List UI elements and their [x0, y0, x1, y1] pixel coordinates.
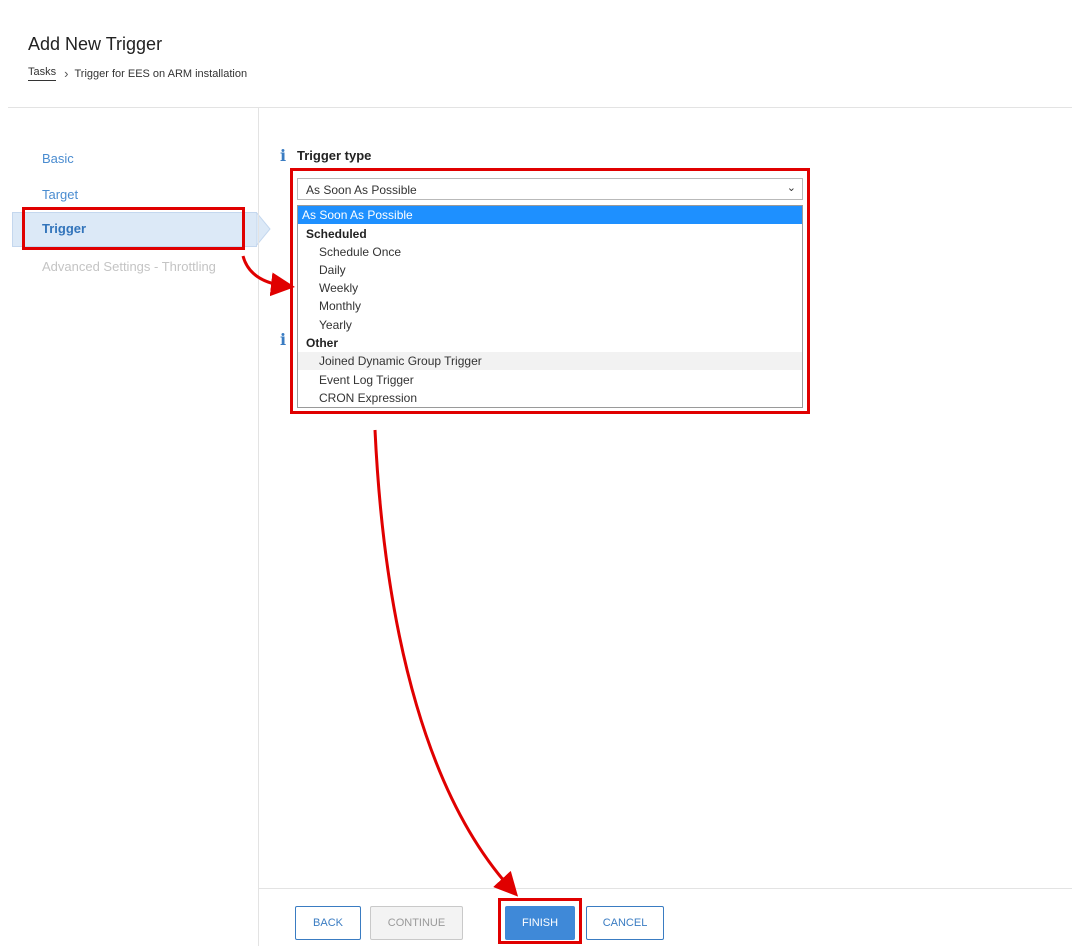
trigger-type-select[interactable]: As Soon As Possible ⌄ [297, 178, 803, 200]
sidebar-item-trigger-label: Trigger [42, 221, 87, 236]
continue-button: CONTINUE [370, 906, 463, 940]
optgroup-other: Other [306, 336, 339, 350]
optgroup-scheduled: Scheduled [306, 227, 367, 241]
option-cron-expression[interactable]: CRON Expression [298, 389, 802, 407]
info-icon[interactable]: i [280, 146, 286, 165]
option-yearly[interactable]: Yearly [298, 316, 802, 334]
sidebar-item-target[interactable]: Target [42, 187, 78, 202]
info-icon-secondary[interactable]: i [280, 330, 286, 349]
trigger-type-selected-value: As Soon As Possible [306, 183, 417, 197]
trigger-type-label: Trigger type [297, 148, 372, 163]
arrow-to-finish-icon [373, 429, 519, 897]
back-button[interactable]: BACK [295, 906, 361, 940]
sidebar-item-advanced-settings: Advanced Settings - Throttling [42, 259, 216, 274]
option-event-log-trigger[interactable]: Event Log Trigger [298, 371, 802, 389]
page-title: Add New Trigger [28, 34, 163, 54]
chevron-down-icon: ⌄ [786, 182, 796, 194]
sidebar-item-basic[interactable]: Basic [42, 151, 74, 166]
option-monthly[interactable]: Monthly [298, 297, 802, 315]
breadcrumb-tasks-link[interactable]: Tasks [28, 66, 57, 81]
option-joined-dynamic-group-trigger[interactable]: Joined Dynamic Group Trigger [298, 352, 802, 370]
breadcrumb: Tasks › Trigger for EES on ARM installat… [28, 66, 247, 81]
option-as-soon-as-possible[interactable]: As Soon As Possible [298, 206, 802, 224]
option-daily[interactable]: Daily [298, 261, 802, 279]
sidebar-divider [258, 108, 259, 946]
trigger-type-dropdown-list: As Soon As Possible Scheduled Schedule O… [297, 205, 803, 408]
cancel-button[interactable]: CANCEL [586, 906, 664, 940]
footer-divider [258, 888, 1072, 889]
page-header: Add New Trigger Tasks › Trigger for EES … [0, 0, 1072, 108]
option-weekly[interactable]: Weekly [298, 279, 802, 297]
finish-button[interactable]: FINISH [505, 906, 575, 940]
breadcrumb-current: Trigger for EES on ARM installation [74, 67, 248, 80]
breadcrumb-separator-icon: › [64, 66, 69, 81]
option-schedule-once[interactable]: Schedule Once [298, 243, 802, 261]
